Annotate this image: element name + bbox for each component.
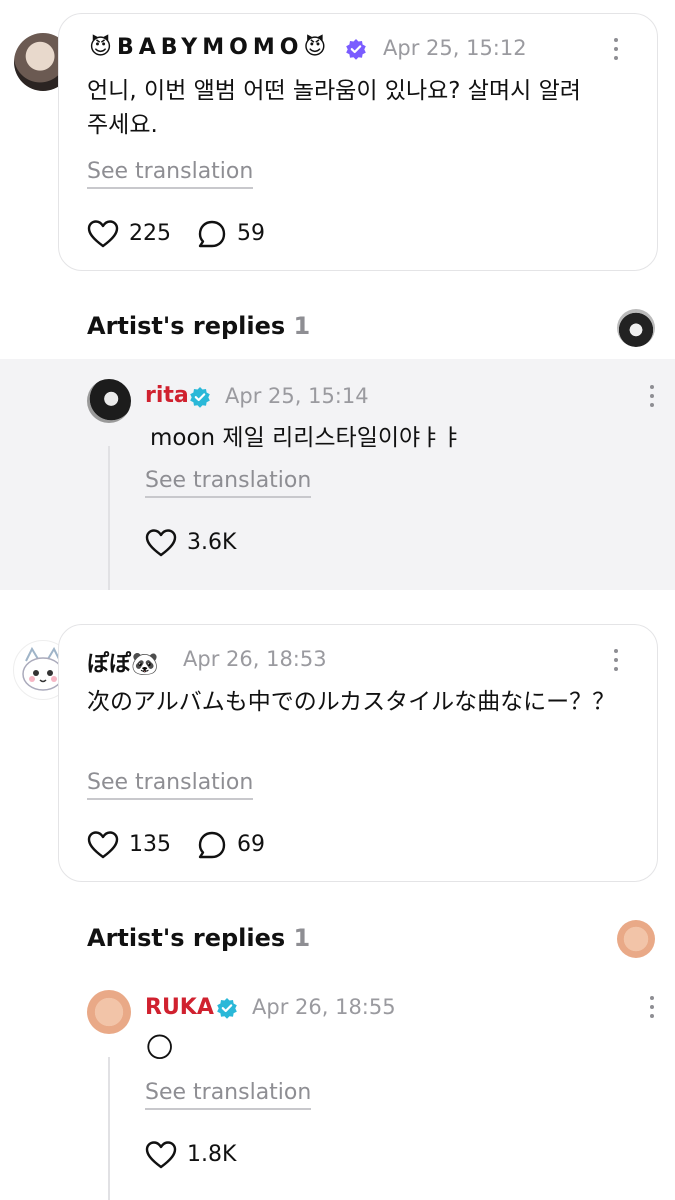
timestamp: Apr 26, 18:53 xyxy=(183,647,327,671)
timestamp: Apr 25, 15:12 xyxy=(383,36,527,60)
heart-icon xyxy=(145,1141,177,1169)
username[interactable]: 😈BABYMOMO😈 xyxy=(89,35,331,60)
like-count: 225 xyxy=(129,221,171,246)
see-translation-link[interactable]: See translation xyxy=(87,770,254,800)
verified-badge-icon xyxy=(216,997,238,1019)
comment-count: 59 xyxy=(237,221,265,246)
like-button[interactable]: 225 xyxy=(87,217,177,251)
devil-emoji: 😈 xyxy=(89,35,117,60)
reply-text: 🌕 xyxy=(145,1031,175,1064)
reply-text: moon 제일 리리스타일이야ㅑㅑ xyxy=(150,425,463,451)
like-button[interactable]: 1.8K xyxy=(145,1138,245,1172)
comment-button[interactable]: 69 xyxy=(197,828,277,862)
artist-replies-count: 1 xyxy=(293,312,311,340)
thread-line xyxy=(108,446,110,590)
comment-text: 次のアルバムも中でのルカスタイルな曲なにー？？ xyxy=(87,689,616,715)
more-options-icon[interactable] xyxy=(611,647,621,673)
like-button[interactable]: 135 xyxy=(87,828,177,862)
timestamp: Apr 25, 15:14 xyxy=(225,384,369,408)
comment-card: 😈BABYMOMO😈 Apr 25, 15:12 언니, 이번 앨범 어떤 놀라… xyxy=(58,13,658,271)
heart-icon xyxy=(145,529,177,557)
artist-replies-count: 1 xyxy=(293,924,311,952)
see-translation-link[interactable]: See translation xyxy=(87,159,254,189)
verified-badge-icon xyxy=(189,386,211,408)
artist-name[interactable]: rita xyxy=(145,383,189,408)
thread-line xyxy=(108,1057,110,1200)
like-button[interactable]: 3.6K xyxy=(145,526,245,560)
verified-badge-icon xyxy=(345,38,367,60)
devil-emoji: 😈 xyxy=(303,35,332,60)
comment-count: 69 xyxy=(237,832,265,857)
heart-icon xyxy=(87,220,119,248)
comment-text: 언니, 이번 앨범 어떤 놀라움이 있나요? 살며시 알려 주세요. xyxy=(87,78,581,138)
heart-icon xyxy=(87,831,119,859)
timestamp: Apr 26, 18:55 xyxy=(252,995,396,1019)
artist-avatar[interactable] xyxy=(87,379,131,423)
artist-name[interactable]: RUKA xyxy=(145,995,214,1020)
like-count: 135 xyxy=(129,832,171,857)
username[interactable]: ぽぽ🐼 xyxy=(87,646,158,678)
see-translation-link[interactable]: See translation xyxy=(145,1080,312,1110)
like-count: 1.8K xyxy=(187,1142,237,1167)
like-count: 3.6K xyxy=(187,530,237,555)
more-options-icon[interactable] xyxy=(647,383,657,409)
comment-button[interactable]: 59 xyxy=(197,217,277,251)
more-options-icon[interactable] xyxy=(611,36,621,62)
more-options-icon[interactable] xyxy=(647,994,657,1020)
artist-avatar[interactable] xyxy=(617,920,655,958)
comment-bubble-icon xyxy=(198,831,226,859)
comment-bubble-icon xyxy=(198,220,226,248)
artist-replies-header: Artist's replies 1 xyxy=(87,312,311,340)
comment-card: ぽぽ🐼 Apr 26, 18:53 次のアルバムも中でのルカスタイルな曲なにー？… xyxy=(58,624,658,882)
artist-avatar[interactable] xyxy=(87,990,131,1034)
artist-avatar[interactable] xyxy=(617,309,655,347)
artist-replies-header: Artist's replies 1 xyxy=(87,924,311,952)
see-translation-link[interactable]: See translation xyxy=(145,468,312,498)
